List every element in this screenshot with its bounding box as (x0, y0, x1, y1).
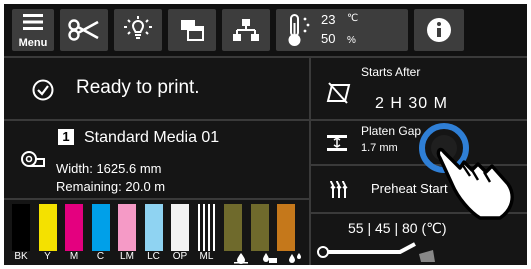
waste-ink-icon (263, 253, 277, 263)
thermometer-humidity-icon (288, 14, 310, 46)
heater-temperatures: 55 | 45 | 80 (℃) (348, 220, 447, 236)
ink-cartridge-lm (118, 204, 136, 251)
status-message: Ready to print. (76, 77, 200, 98)
ink-cartridge-slot-10 (250, 204, 269, 251)
cutter-button[interactable] (60, 9, 108, 51)
ink-cartridge-lc (144, 204, 163, 251)
ink-cartridge-op (171, 204, 189, 251)
media-info-panel[interactable]: 1 Standard Media 01 Width: 1625.6 mm Rem… (4, 121, 309, 198)
media-width: Width: 1625.6 mm (56, 161, 162, 176)
check-circle-icon (32, 79, 54, 101)
ink-cartridge-ml (197, 204, 216, 251)
humidity-value: 50 (321, 31, 336, 46)
info-icon (427, 18, 451, 42)
light-bulb-icon (124, 16, 152, 39)
network-icon (233, 19, 259, 41)
ink-cartridge-m (65, 204, 83, 251)
ink-levels-panel[interactable]: BK Y M C LM LC OP ML (4, 200, 309, 265)
environment-button[interactable]: 23 ℃ 50 % (276, 9, 408, 51)
temperature-unit: ℃ (347, 13, 359, 24)
ink-cartridge-bk (12, 204, 30, 251)
media-number-badge: 1 (58, 129, 74, 145)
lighting-button[interactable] (114, 9, 162, 51)
temperature-value: 23 (321, 12, 336, 27)
ink-label: M (69, 251, 79, 262)
ink-label: LM (120, 251, 134, 262)
heater-icon (330, 180, 348, 198)
ink-label: Y (44, 251, 51, 262)
ink-label: LC (147, 251, 160, 262)
info-button[interactable] (414, 9, 464, 51)
pointing-hand-icon (419, 123, 514, 220)
starts-after-panel[interactable]: Starts After 2 H 30 M (311, 58, 527, 119)
ink-cartridge-slot-9 (224, 204, 242, 251)
menu-icon (23, 14, 43, 30)
ink-drops-icon (289, 253, 301, 263)
menu-button[interactable]: Menu (12, 9, 54, 51)
job-queue-button[interactable] (168, 9, 216, 51)
media-path-icon (317, 242, 435, 262)
scissors-icon (68, 19, 99, 41)
heater-temperature-panel[interactable]: 55 | 45 | 80 (℃) (311, 214, 527, 265)
ink-cartridge-c (91, 204, 110, 251)
sleep-timer-icon (326, 82, 351, 104)
media-remaining: Remaining: 20.0 m (56, 179, 166, 194)
media-name: Standard Media 01 (84, 129, 220, 146)
ink-label: BK (14, 251, 28, 262)
ink-cartridge-y (38, 204, 57, 251)
maintenance-drop-icon (234, 253, 248, 264)
starts-after-title: Starts After (361, 65, 421, 79)
ink-label: ML (199, 251, 214, 262)
ink-label: C (96, 251, 105, 262)
network-button[interactable] (222, 9, 270, 51)
starts-after-time: 2 H 30 M (375, 95, 448, 112)
humidity-unit: % (347, 35, 356, 46)
platen-gap-icon (327, 135, 347, 151)
ink-label: OP (172, 251, 188, 262)
printer-status-panel[interactable]: Ready to print. (4, 58, 309, 119)
ink-cartridge-slot-11 (277, 204, 295, 251)
toolbar: Menu 23 ℃ 50 % (4, 4, 527, 56)
stacked-windows-icon (181, 20, 204, 41)
platen-gap-value: 1.7 mm (361, 142, 398, 154)
menu-label: Menu (18, 37, 48, 49)
media-roll-icon (21, 151, 45, 167)
